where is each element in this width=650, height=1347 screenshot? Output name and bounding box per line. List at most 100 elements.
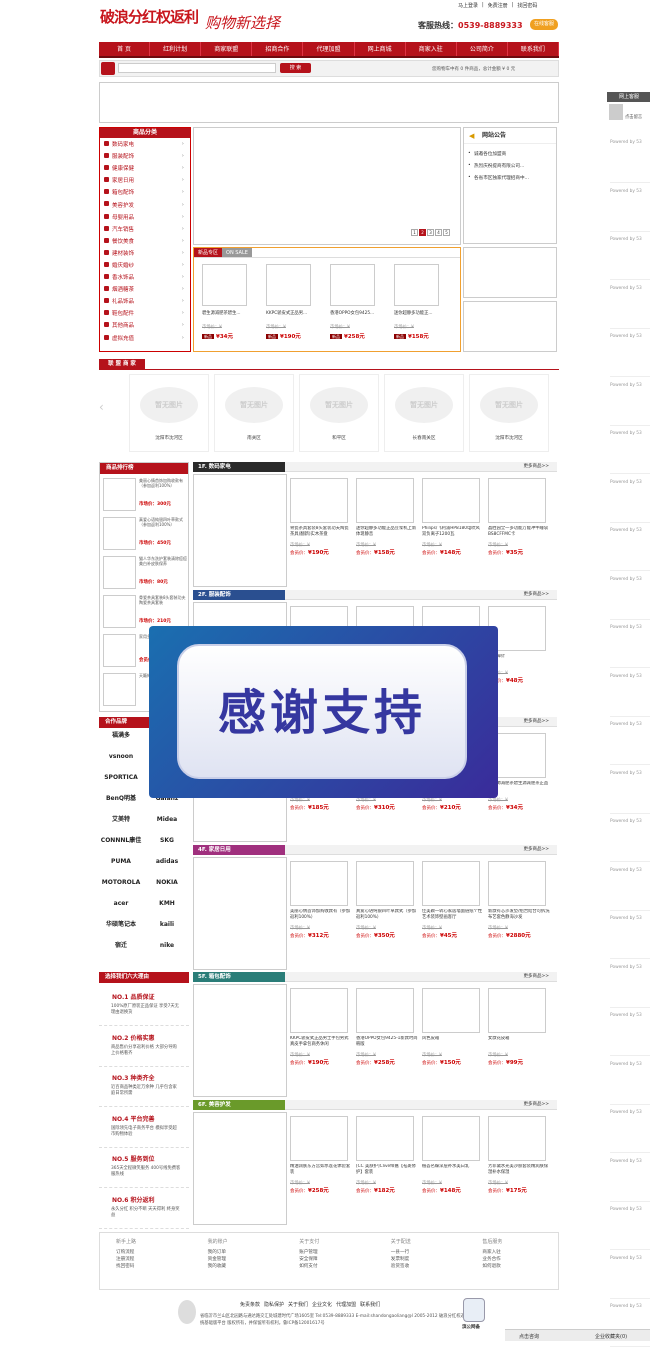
product-name[interactable]: 骨瓷茶具套装8头套装功夫陶瓷茶具(翻新)实木茶盘 xyxy=(290,526,352,538)
new-product-card[interactable]: KKPC骄皮式正品男... 市场价：¥ 新品 ¥190元 xyxy=(266,264,313,340)
rank-item-name[interactable]: 真爱心语纯银四叶草款式（参加返利100%） xyxy=(139,517,187,537)
search-input[interactable] xyxy=(118,63,276,73)
footer-link[interactable]: 发票制度 xyxy=(391,1256,467,1263)
brand-logo[interactable]: SPORTICA xyxy=(99,771,143,785)
nav-item[interactable]: 商家入驻 xyxy=(406,42,457,56)
nav-item[interactable]: 商家联盟 xyxy=(201,42,253,56)
brand-logo[interactable]: SKG xyxy=(145,834,189,848)
notice-item[interactable]: 诚邀各位加盟商 xyxy=(464,148,556,160)
cart-summary[interactable]: 您购物车中有 0 件商品，总计金额 ¥ 0 元 xyxy=(432,66,515,72)
footer-link[interactable]: 安全保障 xyxy=(299,1256,375,1263)
category-item[interactable]: 母婴用品 xyxy=(100,211,190,223)
product-name[interactable]: KKPC骄皮式正品男... xyxy=(266,310,313,316)
category-item[interactable]: 餐饮美食 xyxy=(100,235,190,247)
nav-item[interactable]: 红利计划 xyxy=(150,42,202,56)
consult-button[interactable]: 点击咨询 xyxy=(519,1333,539,1340)
floor-product-card[interactable]: 晶胜园全一多功能万能冲牛睡袋BS8CFFMC卡 市场价：¥ 会员价：¥35元 xyxy=(488,478,550,556)
tab-new-products[interactable]: 新品专区 xyxy=(194,248,223,257)
brand-logo[interactable]: vsnoon xyxy=(99,750,143,764)
product-image[interactable] xyxy=(356,988,414,1033)
rank-item-image[interactable] xyxy=(103,517,136,550)
nav-item[interactable]: 首 页 xyxy=(99,42,151,56)
footer-link[interactable]: 订购流程 xyxy=(116,1249,192,1256)
footer-bottom-link[interactable]: 关于我们 xyxy=(288,1301,308,1308)
floor-banner[interactable] xyxy=(193,857,287,970)
brand-logo[interactable]: CONNNL康佳 xyxy=(99,834,143,848)
union-merchant-name[interactable]: 长春南关区 xyxy=(385,435,463,441)
product-name[interactable]: 新款有芯沙发垫/组合结合可拆洗布艺套色静海沙发 xyxy=(488,909,550,921)
product-image[interactable] xyxy=(394,264,439,306)
site-logo[interactable]: 破浪分红权返利 xyxy=(100,6,199,27)
product-name[interactable]: 迷你超静多功能正品豆浆机上新体现静音 xyxy=(356,526,418,538)
category-item[interactable]: 箱包配饰 xyxy=(100,186,190,198)
footer-link[interactable]: 商家入驻 xyxy=(482,1249,558,1256)
category-item[interactable]: 健康保健 xyxy=(100,162,190,174)
footer-bottom-link[interactable]: 隐私保护 xyxy=(264,1301,284,1308)
floor-banner[interactable] xyxy=(193,1112,287,1225)
footer-link[interactable]: 找回密码 xyxy=(116,1263,192,1270)
product-image[interactable] xyxy=(422,478,480,523)
floor-more-link[interactable]: 更多商品>> xyxy=(285,972,557,982)
product-image[interactable] xyxy=(488,861,546,906)
category-item[interactable]: 虚拟充值 xyxy=(100,332,190,344)
product-image[interactable] xyxy=(488,988,546,1033)
product-name[interactable]: 香港OPPO女包9425... xyxy=(330,310,377,316)
rank-item-image[interactable] xyxy=(103,478,136,511)
union-merchant[interactable]: 暂无图片 沈阳市沈河区 xyxy=(469,374,549,452)
brand-logo[interactable]: BenQ明基 xyxy=(99,792,143,806)
rank-item-name[interactable]: 美丽心情首饰加购收款有（参加返利100%） xyxy=(139,478,187,498)
brand-logo[interactable]: nike xyxy=(145,939,189,953)
new-product-card[interactable]: 迷你超静多功能正... 市场价：¥ 新品 ¥158元 xyxy=(394,264,441,340)
chat-hint[interactable]: 点击留言 xyxy=(625,114,642,120)
slide-page[interactable]: 3 xyxy=(427,229,434,236)
brand-logo[interactable]: kaili xyxy=(145,918,189,932)
category-item[interactable]: 服装配饰 xyxy=(100,150,190,162)
category-item[interactable]: 烟酒糖茶 xyxy=(100,283,190,295)
product-image[interactable] xyxy=(356,478,414,523)
product-image[interactable] xyxy=(422,861,480,906)
chevron-left-icon[interactable]: ‹ xyxy=(99,400,109,420)
category-item[interactable]: 建材装饰 xyxy=(100,247,190,259)
brand-logo[interactable]: Midea xyxy=(145,813,189,827)
union-merchant-name[interactable]: 沈阳市沈河区 xyxy=(130,435,208,441)
product-image[interactable] xyxy=(202,264,247,306)
product-image[interactable] xyxy=(422,988,480,1033)
floor-more-link[interactable]: 更多商品>> xyxy=(285,590,557,600)
floor-product-card[interactable]: 美丽心情首饰加购收款有（参加返利100%） 市场价：¥ 会员价：¥312元 xyxy=(290,861,352,939)
product-name[interactable]: 碧生源减肥茶碧生... xyxy=(202,310,249,316)
footer-bottom-link[interactable]: 联系我们 xyxy=(360,1301,380,1308)
rank-item[interactable]: 美丽心情首饰加购收款有（参加返利100%） 市场价：300元 xyxy=(103,478,189,516)
rank-item-name[interactable]: 猫人华东洗护套装清除痘痘美白补皮肤保养 xyxy=(139,556,187,576)
product-image[interactable] xyxy=(290,1116,348,1161)
tab-on-sale[interactable]: ON SALE xyxy=(222,248,252,257)
product-image[interactable] xyxy=(266,264,311,306)
rank-item-image[interactable] xyxy=(103,634,136,667)
product-name[interactable]: 迷你超静多功能正... xyxy=(394,310,441,316)
floor-product-card[interactable]: 新款有芯沙发垫/组合结合可拆洗布艺套色静海沙发 市场价：¥ 会员价：¥2880元 xyxy=(488,861,550,939)
category-item[interactable]: 汽车销售 xyxy=(100,223,190,235)
register-link[interactable]: 免费注册 xyxy=(488,2,508,9)
floor-more-link[interactable]: 更多商品>> xyxy=(285,462,557,472)
union-merchant[interactable]: 暂无图片 长春南关区 xyxy=(384,374,464,452)
product-image[interactable] xyxy=(488,1116,546,1161)
category-item[interactable]: 礼品饰品 xyxy=(100,295,190,307)
category-item[interactable]: 婚庆婚纱 xyxy=(100,259,190,271)
notice-item[interactable]: 各省市区独家代理招商中... xyxy=(464,172,556,184)
slide-page[interactable]: 4 xyxy=(435,229,442,236)
floor-product-card[interactable]: 女款花皮箱 市场价：¥ 会员价：¥99元 xyxy=(488,988,550,1066)
product-name[interactable]: Philips/飞利浦HP8180电吹风双负离子1200瓦 xyxy=(422,526,484,538)
floor-product-card[interactable]: 迷你超静多功能正品豆浆机上新体现静音 市场价：¥ 会员价：¥158元 xyxy=(356,478,418,556)
rank-item-image[interactable] xyxy=(103,673,136,706)
product-name[interactable]: 佳美颖一转心家居墙面链纸个性艺术装饰壁画客厅 xyxy=(422,909,484,921)
nav-item[interactable]: 网上商城 xyxy=(355,42,406,56)
category-item[interactable]: 美容护发 xyxy=(100,198,190,210)
footer-link[interactable]: 注册流程 xyxy=(116,1256,192,1263)
floor-product-card[interactable]: 佳美颖一转心家居墙面链纸个性艺术装饰壁画客厅 市场价：¥ 会员价：¥45元 xyxy=(422,861,484,939)
category-item[interactable]: 其他商品 xyxy=(100,319,190,331)
floor-product-card[interactable]: 真爱心语纯银四叶草款式（参加返利100%） 市场价：¥ 会员价：¥350元 xyxy=(356,861,418,939)
product-name[interactable]: 真爱心语纯银四叶草款式（参加返利100%） xyxy=(356,909,418,921)
floor-more-link[interactable]: 更多商品>> xyxy=(285,1100,557,1110)
brand-logo[interactable]: 福满多 xyxy=(99,729,143,743)
brand-logo[interactable]: PUMA xyxy=(99,855,143,869)
product-image[interactable] xyxy=(330,264,375,306)
